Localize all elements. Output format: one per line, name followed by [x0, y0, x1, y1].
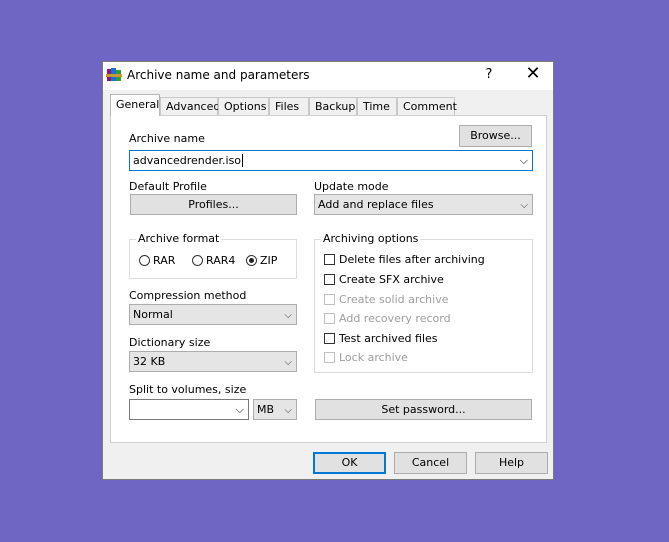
default-profile-label: Default Profile — [129, 180, 207, 193]
chevron-down-icon: ⌵ — [284, 310, 292, 321]
checkbox-create-sfx[interactable] — [324, 274, 335, 285]
radio-rar4[interactable] — [192, 255, 203, 266]
dictionary-size-value: 32 KB — [133, 355, 166, 368]
lock-archive-label: Lock archive — [339, 351, 408, 364]
tab-advanced[interactable]: Advanced — [160, 97, 220, 115]
update-mode-value: Add and replace files — [318, 198, 434, 211]
split-size-input[interactable]: ⌵ — [129, 399, 249, 420]
tab-options[interactable]: Options — [218, 97, 269, 115]
close-button[interactable]: ✕ — [525, 65, 541, 83]
radio-rar4-label: RAR4 — [206, 254, 236, 267]
chevron-down-icon[interactable]: ⌵ — [520, 151, 528, 170]
compression-method-select[interactable]: Normal ⌵ — [129, 304, 297, 325]
checkbox-lock-archive — [324, 352, 335, 363]
dialog-title: Archive name and parameters — [127, 68, 310, 82]
archive-name-label: Archive name — [129, 132, 205, 145]
tab-files[interactable]: Files — [269, 97, 309, 115]
chevron-down-icon: ⌵ — [284, 357, 292, 368]
test-archived-label: Test archived files — [339, 332, 438, 345]
radio-zip[interactable] — [246, 255, 257, 266]
chevron-down-icon[interactable]: ⌵ — [236, 400, 244, 419]
title-bar: Archive name and parameters ? ✕ — [103, 62, 553, 90]
archive-format-label: Archive format — [136, 232, 222, 245]
archive-dialog: Archive name and parameters ? ✕ General … — [102, 61, 554, 480]
archive-name-input[interactable]: advancedrender.iso ⌵ — [129, 150, 533, 171]
checkbox-recovery-record — [324, 313, 335, 324]
create-sfx-label: Create SFX archive — [339, 273, 444, 286]
split-volumes-label: Split to volumes, size — [129, 383, 247, 396]
split-unit-select[interactable]: MB ⌵ — [253, 399, 297, 420]
radio-rar-label: RAR — [153, 254, 176, 267]
solid-archive-label: Create solid archive — [339, 293, 449, 306]
ok-button[interactable]: OK — [313, 452, 386, 474]
chevron-down-icon: ⌵ — [520, 200, 528, 211]
title-help-button[interactable]: ? — [483, 67, 495, 82]
compression-method-value: Normal — [133, 308, 173, 321]
cancel-button[interactable]: Cancel — [394, 452, 467, 474]
compression-method-label: Compression method — [129, 289, 247, 302]
dictionary-size-label: Dictionary size — [129, 336, 211, 349]
tab-time[interactable]: Time — [357, 97, 397, 115]
update-mode-label: Update mode — [314, 180, 389, 193]
checkbox-test-archived[interactable] — [324, 333, 335, 344]
winrar-books-icon — [106, 68, 122, 81]
checkbox-solid-archive — [324, 294, 335, 305]
update-mode-select[interactable]: Add and replace files ⌵ — [314, 194, 533, 215]
delete-files-label: Delete files after archiving — [339, 253, 485, 266]
browse-button[interactable]: Browse... — [459, 125, 532, 147]
tab-general[interactable]: General — [110, 94, 160, 116]
archiving-options-label: Archiving options — [321, 232, 421, 245]
text-cursor — [242, 154, 244, 167]
dictionary-size-select[interactable]: 32 KB ⌵ — [129, 351, 297, 372]
set-password-button[interactable]: Set password... — [315, 399, 532, 420]
checkbox-delete-files[interactable] — [324, 254, 335, 265]
profiles-button[interactable]: Profiles... — [130, 194, 297, 215]
chevron-down-icon: ⌵ — [284, 405, 292, 416]
general-panel: Archive name Browse... advancedrender.is… — [110, 115, 547, 443]
radio-zip-label: ZIP — [260, 254, 278, 267]
tab-backup[interactable]: Backup — [309, 97, 357, 115]
recovery-record-label: Add recovery record — [339, 312, 451, 325]
archiving-options-group: Archiving options Delete files after arc… — [314, 232, 533, 373]
help-button[interactable]: Help — [475, 452, 548, 474]
radio-rar[interactable] — [139, 255, 150, 266]
split-unit-value: MB — [257, 403, 275, 416]
tab-comment[interactable]: Comment — [397, 97, 457, 115]
archive-format-group: Archive format RAR RAR4 ZIP — [129, 232, 297, 279]
archive-name-value: advancedrender.iso — [133, 154, 242, 167]
